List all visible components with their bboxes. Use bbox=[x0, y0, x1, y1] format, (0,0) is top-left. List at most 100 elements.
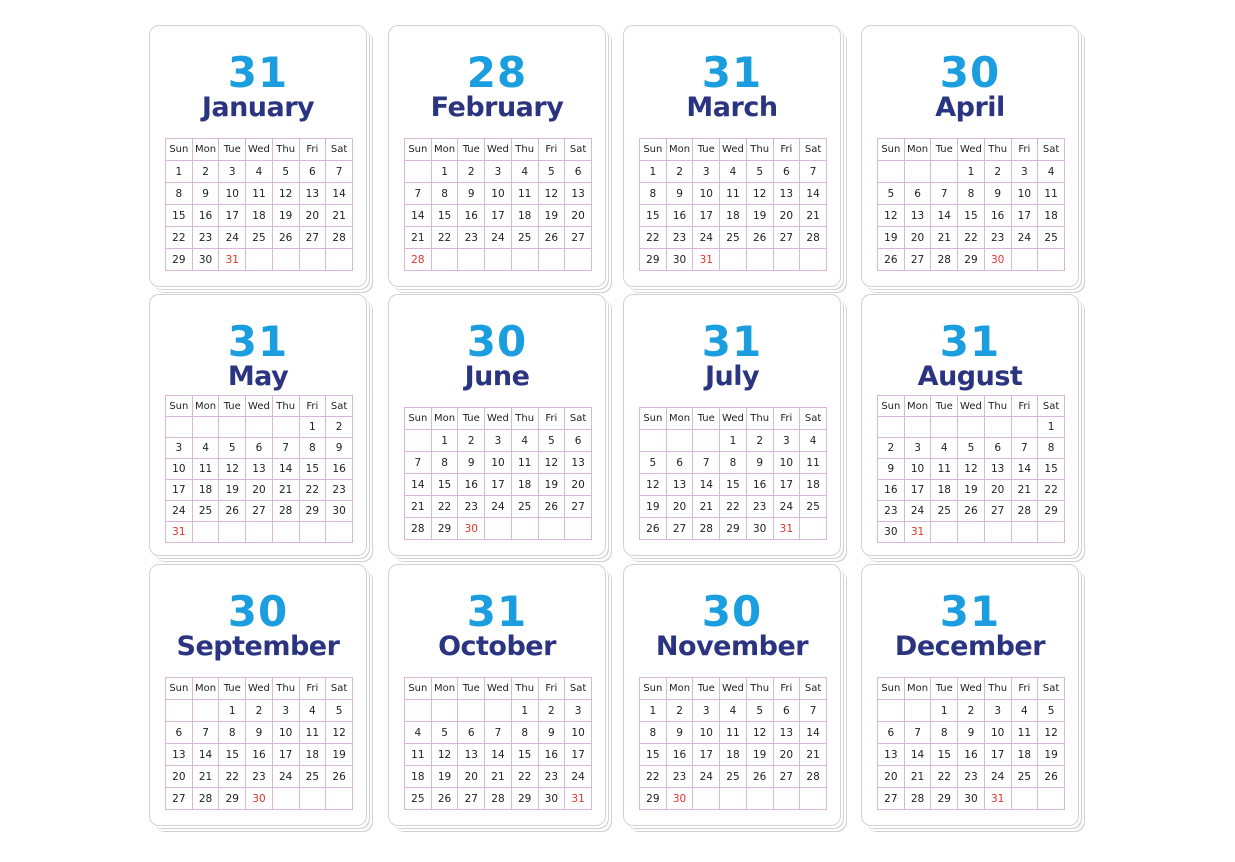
day-cell: 4 bbox=[404, 721, 432, 744]
week-row: 1234567 bbox=[639, 160, 827, 183]
day-cell: 15 bbox=[218, 743, 247, 766]
day-cell: 31 bbox=[692, 248, 721, 271]
day-cell: 20 bbox=[903, 226, 932, 249]
month-card-february: 28 February Sun Mon Tue Wed Thu Fri Sat 1 2 3 4 5 6 7 8 9… bbox=[388, 25, 606, 287]
day-cell: 20 bbox=[298, 204, 327, 227]
day-cell bbox=[1037, 521, 1065, 543]
day-cell: 6 bbox=[298, 160, 327, 183]
day-cell: 21 bbox=[799, 743, 827, 766]
month-calendar-table: Sun Mon Tue Wed Thu Fri Sat 1 2 3 4 5 6 7 8 9 10 11 12 13 14… bbox=[639, 407, 827, 540]
day-cell: 29 bbox=[165, 248, 193, 271]
day-cell: 17 bbox=[484, 473, 512, 496]
day-cell: 15 bbox=[165, 204, 193, 227]
day-cell: 26 bbox=[877, 248, 905, 271]
week-row: 17 18 19 20 21 22 23 bbox=[165, 479, 353, 501]
day-cell: 25 bbox=[510, 226, 539, 249]
day-cell: 21 bbox=[191, 765, 220, 788]
day-cell: 11 bbox=[799, 451, 827, 474]
weekday-label: Wed bbox=[245, 395, 273, 417]
day-cell: 25 bbox=[1010, 765, 1039, 788]
weekday-label: Sun bbox=[404, 138, 432, 161]
weekday-label: Mon bbox=[430, 407, 459, 430]
day-cell: 14 bbox=[271, 458, 300, 480]
day-cell bbox=[957, 416, 985, 438]
day-cell: 1 bbox=[639, 699, 667, 722]
day-cell: 19 bbox=[430, 765, 459, 788]
day-cell bbox=[404, 429, 432, 452]
day-cell: 7 bbox=[271, 437, 300, 459]
weekday-label: Mon bbox=[191, 677, 220, 700]
day-cell: 22 bbox=[218, 765, 247, 788]
day-cell: 17 bbox=[1010, 204, 1039, 227]
day-cell: 29 bbox=[957, 248, 985, 271]
day-cell: 15 bbox=[430, 204, 459, 227]
weekday-label: Sat bbox=[564, 407, 592, 430]
day-cell: 17 bbox=[165, 479, 193, 501]
day-cell bbox=[457, 699, 486, 722]
weekday-label: Tue bbox=[930, 138, 959, 161]
day-cell: 4 bbox=[930, 437, 959, 459]
weekday-label: Fri bbox=[537, 407, 566, 430]
day-cell: 20 bbox=[772, 743, 801, 766]
day-cell: 17 bbox=[271, 743, 300, 766]
day-cell: 28 bbox=[903, 787, 932, 810]
day-cell: 27 bbox=[665, 517, 694, 540]
days-in-month: 31 bbox=[227, 317, 289, 366]
day-cell: 23 bbox=[457, 226, 486, 249]
day-cell bbox=[298, 248, 327, 271]
weekday-label: Wed bbox=[245, 677, 273, 700]
day-cell: 13 bbox=[772, 721, 801, 744]
day-cell: 8 bbox=[430, 451, 459, 474]
day-cell: 19 bbox=[877, 226, 905, 249]
month-name: April bbox=[935, 92, 1005, 123]
day-cell: 17 bbox=[564, 743, 592, 766]
day-cell: 14 bbox=[799, 182, 827, 205]
month-calendar-table: Sun Mon Tue Wed Thu Fri Sat 1 2 3 4 5 6 7 8 9 10 11 12 13 14… bbox=[404, 677, 592, 810]
month-card-october: 31 October Sun Mon Tue Wed Thu Fri Sat 1 2 3 4 5 6 7 8 9 1… bbox=[388, 564, 606, 826]
day-cell bbox=[957, 521, 985, 543]
month-calendar-table: Sun Mon Tue Wed Thu Fri Sat 1 2 3 4 5 6 7 8 9 10 11 12 13 14… bbox=[404, 138, 592, 271]
month-calendar-table: Sun Mon Tue Wed Thu Fri Sat 1 2 3 4 5 6 7 8 9 10 11 12 13 14… bbox=[877, 395, 1065, 543]
day-cell: 9 bbox=[191, 182, 220, 205]
day-cell: 27 bbox=[877, 787, 905, 810]
day-cell: 15 bbox=[510, 743, 539, 766]
day-cell: 9 bbox=[983, 182, 1012, 205]
weekday-label: Sun bbox=[639, 677, 667, 700]
day-cell: 10 bbox=[564, 721, 592, 744]
day-cell: 11 bbox=[191, 458, 220, 480]
day-cell: 17 bbox=[772, 473, 801, 496]
week-row: 15 16 17 18 19 20 21 bbox=[165, 204, 353, 227]
day-cell bbox=[719, 248, 747, 271]
day-cell: 1 bbox=[165, 160, 193, 183]
day-cell: 15 bbox=[639, 743, 667, 766]
day-cell: 7 bbox=[692, 451, 721, 474]
day-cell: 26 bbox=[325, 765, 353, 788]
weekday-label: Fri bbox=[1010, 677, 1039, 700]
days-in-month: 31 bbox=[466, 587, 528, 636]
days-in-month: 30 bbox=[701, 587, 763, 636]
day-cell: 29 bbox=[510, 787, 539, 810]
day-cell: 25 bbox=[191, 500, 220, 522]
week-row: 13 14 15 16 17 18 19 bbox=[877, 743, 1065, 766]
day-cell: 12 bbox=[957, 458, 985, 480]
day-cell bbox=[271, 416, 300, 438]
day-cell bbox=[484, 517, 512, 540]
day-cell: 12 bbox=[639, 473, 667, 496]
day-cell: 29 bbox=[298, 500, 327, 522]
day-cell: 5 bbox=[957, 437, 985, 459]
day-cell: 21 bbox=[930, 226, 959, 249]
day-cell: 24 bbox=[903, 500, 932, 522]
week-row: 22 23 24 25 26 27 28 bbox=[165, 226, 353, 249]
day-cell: 30 bbox=[877, 521, 905, 543]
day-cell: 6 bbox=[165, 721, 193, 744]
day-cell: 7 bbox=[799, 160, 827, 183]
day-cell: 13 bbox=[877, 743, 905, 766]
day-cell: 13 bbox=[772, 182, 801, 205]
weekday-label: Tue bbox=[218, 677, 247, 700]
day-cell: 18 bbox=[799, 473, 827, 496]
day-cell: 20 bbox=[564, 473, 592, 496]
week-row: 21 22 23 24 25 26 27 bbox=[404, 495, 592, 518]
day-cell: 22 bbox=[510, 765, 539, 788]
day-cell: 13 bbox=[564, 451, 592, 474]
day-cell: 25 bbox=[404, 787, 432, 810]
